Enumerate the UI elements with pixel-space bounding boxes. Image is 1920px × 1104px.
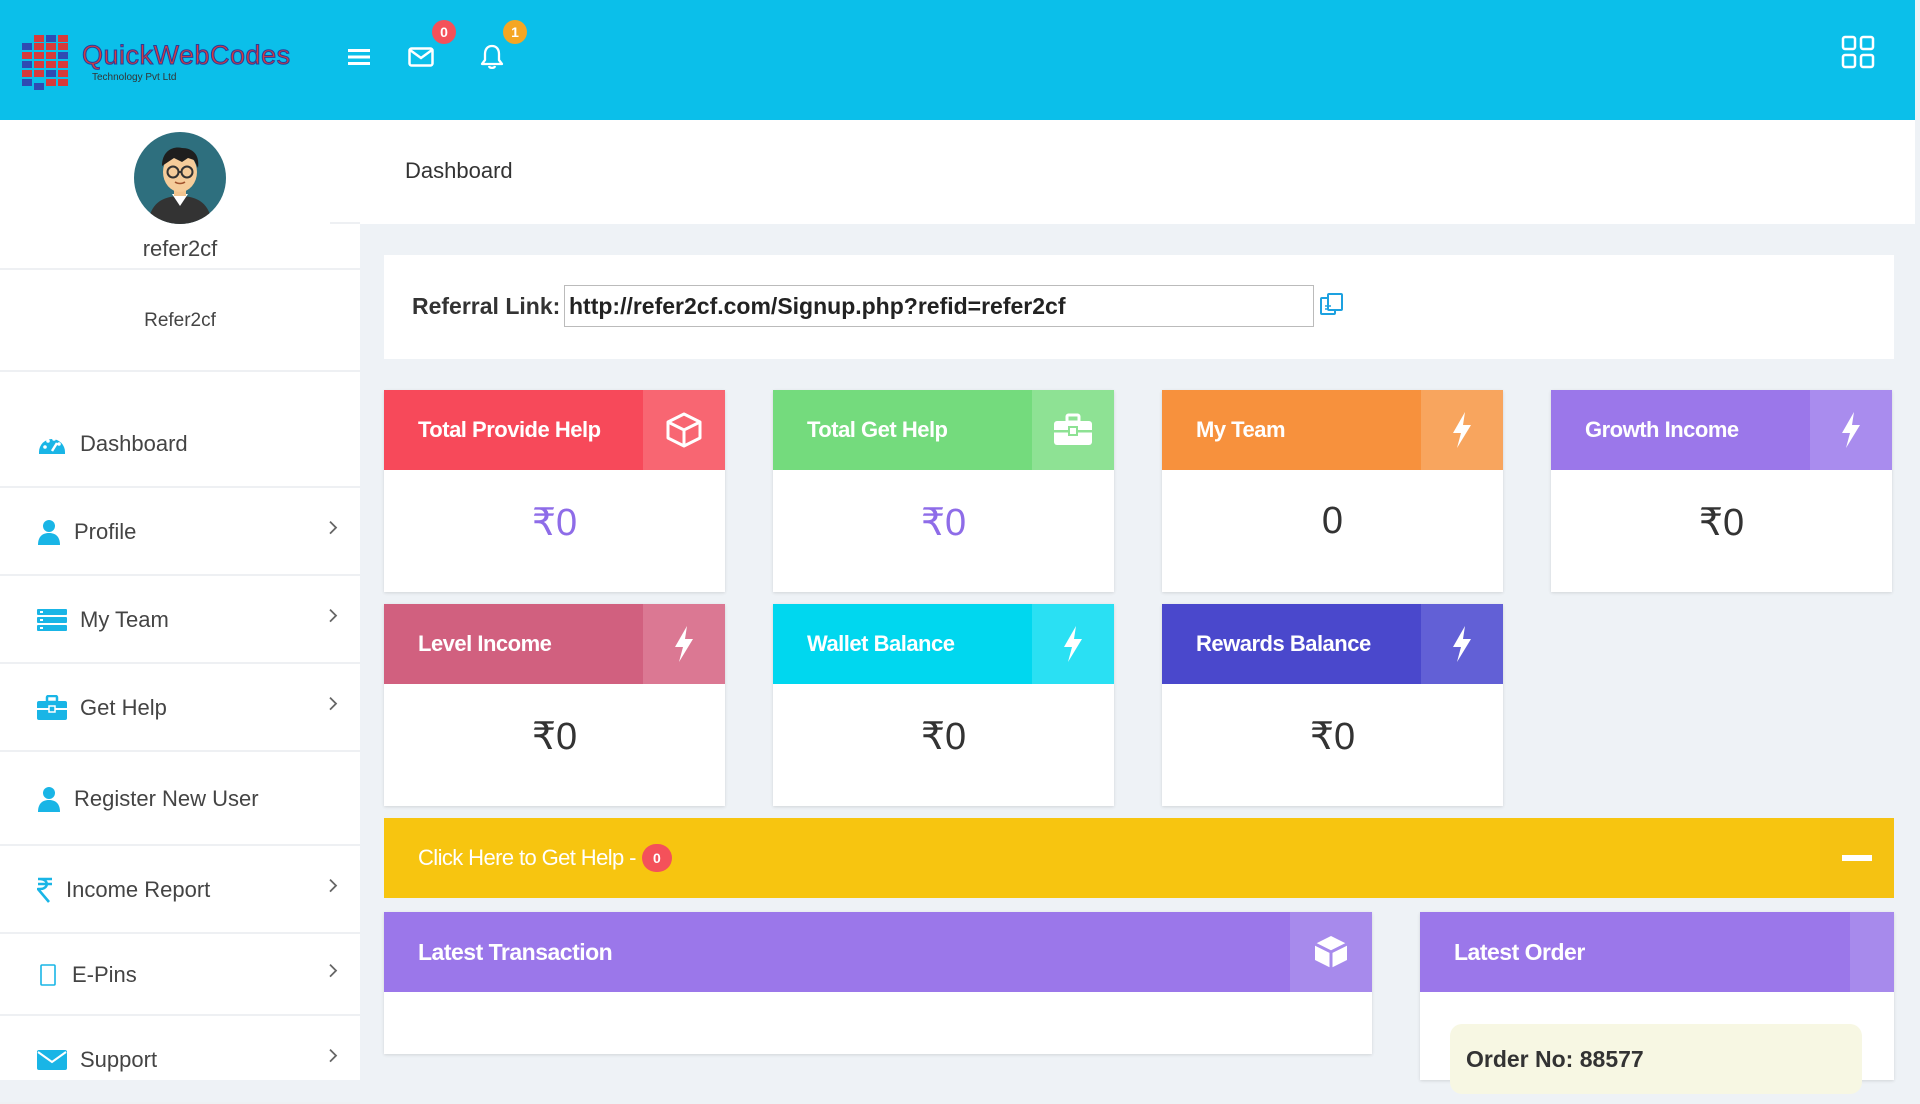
bolt-icon xyxy=(1421,390,1503,470)
user-icon xyxy=(36,516,62,548)
stat-card-title: Total Get Help xyxy=(807,417,948,442)
sidebar-item-label: Profile xyxy=(74,519,137,544)
stat-card-total-provide-help[interactable]: Total Provide Help ₹0 xyxy=(384,390,725,592)
stat-card-value: ₹0 xyxy=(1698,502,1745,544)
order-item[interactable]: Order No: 88577 xyxy=(1450,1024,1862,1094)
referral-label: Referral Link: xyxy=(412,293,561,319)
hamburger-icon xyxy=(348,49,370,65)
envelope-icon xyxy=(408,47,434,67)
sidebar: refer2cf Refer2cf Dashboard Profile My T… xyxy=(0,120,360,1104)
top-navbar: QuickWebCodes Technology Pvt Ltd 0 1 xyxy=(0,0,1915,120)
order-number: Order No: 88577 xyxy=(1466,1046,1644,1072)
stat-card-title: Rewards Balance xyxy=(1196,631,1371,656)
sidebar-item-label: Income Report xyxy=(66,877,211,902)
stat-card-rewards-balance[interactable]: Rewards Balance ₹0 xyxy=(1162,604,1503,806)
minus-icon xyxy=(1842,855,1872,861)
sidebar-item-get-help[interactable]: Get Help xyxy=(0,666,360,752)
referral-link-input[interactable] xyxy=(564,285,1314,327)
briefcase-icon xyxy=(36,692,68,724)
menu-toggle-button[interactable] xyxy=(344,42,374,72)
stat-card-value: 0 xyxy=(1321,500,1344,542)
pin-card-icon xyxy=(36,959,60,991)
messages-button[interactable] xyxy=(406,42,436,72)
stat-card-growth-income[interactable]: Growth Income ₹0 xyxy=(1551,390,1892,592)
user-avatar-icon xyxy=(134,132,226,224)
stat-card-value: ₹0 xyxy=(531,716,578,758)
apps-grid-icon xyxy=(1841,35,1875,69)
page-header: Dashboard xyxy=(330,120,1915,224)
copy-icon xyxy=(1320,293,1343,315)
sidebar-item-dashboard[interactable]: Dashboard xyxy=(0,402,360,488)
stat-card-title: Level Income xyxy=(418,631,552,656)
stat-card-title: My Team xyxy=(1196,417,1286,442)
sidebar-item-my-team[interactable]: My Team xyxy=(0,578,360,664)
sidebar-item-label: Support xyxy=(80,1047,158,1072)
bolt-icon xyxy=(1810,390,1892,470)
sidebar-item-e-pins[interactable]: E-Pins xyxy=(0,936,360,1016)
brand-name: QuickWebCodes xyxy=(82,39,291,70)
sidebar-item-register-new-user[interactable]: Register New User xyxy=(0,754,360,846)
sidebar-item-label: Register New User xyxy=(74,786,259,811)
stat-card-value: ₹0 xyxy=(920,716,967,758)
chevron-right-icon xyxy=(328,608,338,628)
brand-logo-mark-icon xyxy=(20,33,78,91)
get-help-count-badge: 0 xyxy=(641,844,672,872)
chevron-right-icon xyxy=(328,963,338,983)
sidebar-item-income-report[interactable]: Income Report xyxy=(0,848,360,934)
bolt-icon xyxy=(643,604,725,684)
referral-card: Referral Link: xyxy=(384,255,1894,359)
sidebar-item-label: Get Help xyxy=(80,695,167,720)
stat-card-wallet-balance[interactable]: Wallet Balance ₹0 xyxy=(773,604,1114,806)
stat-card-value: ₹0 xyxy=(531,502,578,544)
panel-title: Latest Transaction xyxy=(418,938,613,965)
panel-header-accent xyxy=(1850,912,1894,992)
apps-grid-button[interactable] xyxy=(1840,34,1876,70)
latest-order-panel: Latest Order Order No: 88577 xyxy=(1420,912,1894,1094)
chevron-right-icon xyxy=(328,878,338,898)
sidebar-item-label: Dashboard xyxy=(80,431,188,456)
panel-title: Latest Order xyxy=(1454,938,1585,965)
latest-transaction-panel: Latest Transaction xyxy=(384,912,1372,1054)
stat-card-my-team[interactable]: My Team 0 xyxy=(1162,390,1503,592)
stat-card-title: Wallet Balance xyxy=(807,631,955,656)
collapse-toggle-button[interactable] xyxy=(1820,818,1894,898)
user-add-icon xyxy=(36,783,62,815)
chevron-right-icon xyxy=(328,520,338,540)
brand-tagline: Technology Pvt Ltd xyxy=(92,71,177,83)
stat-card-title: Growth Income xyxy=(1585,417,1739,442)
brand-logo[interactable]: QuickWebCodes Technology Pvt Ltd xyxy=(20,30,291,94)
messages-count-badge: 0 xyxy=(432,20,456,44)
avatar[interactable] xyxy=(134,132,226,224)
notifications-count-badge: 1 xyxy=(503,20,527,44)
stat-card-value: ₹0 xyxy=(1309,716,1356,758)
bolt-icon xyxy=(1032,604,1114,684)
page-title: Dashboard xyxy=(405,158,513,183)
chevron-right-icon xyxy=(328,696,338,716)
stat-card-value: ₹0 xyxy=(920,502,967,544)
cube-icon xyxy=(1290,912,1372,992)
notifications-button[interactable] xyxy=(477,42,507,72)
get-help-text: Click Here to Get Help - xyxy=(418,845,636,870)
bolt-icon xyxy=(1421,604,1503,684)
dashboard-gauge-icon xyxy=(36,428,68,460)
get-help-bar[interactable]: Click Here to Get Help - 0 xyxy=(384,818,1894,898)
sidebar-username: refer2cf xyxy=(142,236,218,261)
cube-icon xyxy=(643,390,725,470)
bell-icon xyxy=(480,44,504,70)
stat-card-total-get-help[interactable]: Total Get Help ₹0 xyxy=(773,390,1114,592)
envelope-icon xyxy=(36,1044,68,1076)
sidebar-item-label: E-Pins xyxy=(72,962,137,987)
team-list-icon xyxy=(36,604,68,636)
sidebar-display-name: Refer2cf xyxy=(144,310,216,331)
stat-card-title: Total Provide Help xyxy=(418,417,601,442)
sidebar-item-profile[interactable]: Profile xyxy=(0,490,360,576)
sidebar-item-support[interactable]: Support xyxy=(0,1018,360,1104)
sidebar-item-label: My Team xyxy=(80,607,169,632)
rupee-icon xyxy=(36,874,54,906)
stat-card-level-income[interactable]: Level Income ₹0 xyxy=(384,604,725,806)
chevron-right-icon xyxy=(328,1048,338,1068)
copy-link-button[interactable] xyxy=(1318,291,1348,321)
briefcase-icon xyxy=(1032,390,1114,470)
